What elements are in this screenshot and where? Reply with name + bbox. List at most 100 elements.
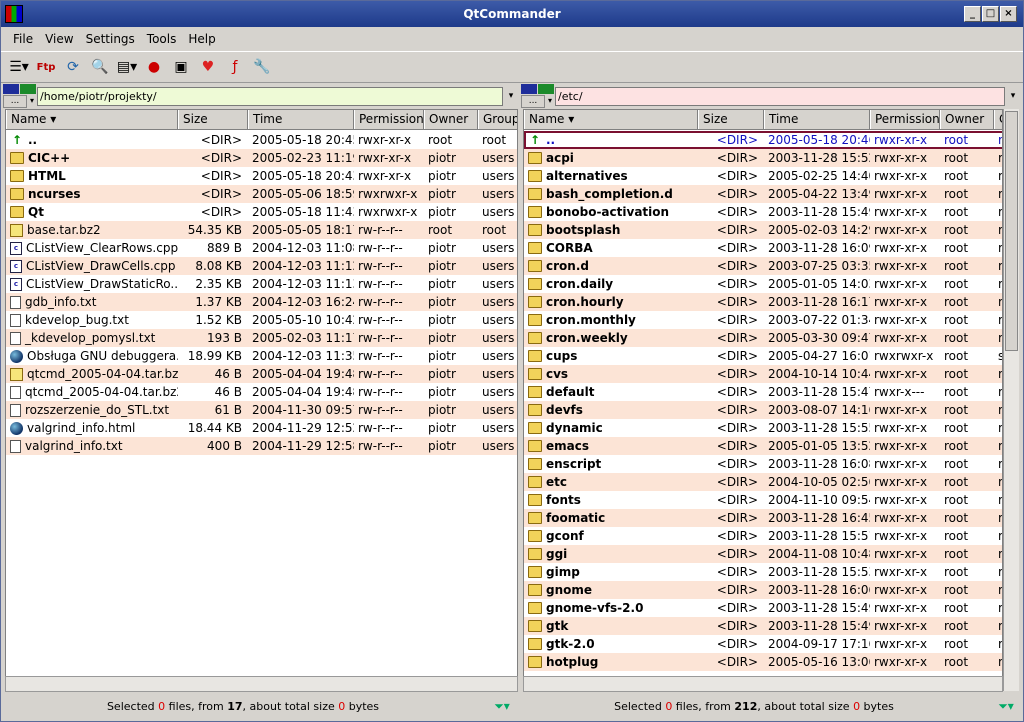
right-path-dropdown[interactable]: ▾	[1005, 87, 1021, 106]
right-history-button[interactable]: ...	[521, 95, 545, 108]
table-row[interactable]: cron.hourly <DIR> 2003-11-28 16:17 rwxr-xr-…	[524, 293, 1002, 311]
table-row[interactable]: gtk <DIR> 2003-11-28 15:49 rwxr-xr-x root r	[524, 617, 1002, 635]
left-history-button[interactable]: ...	[3, 95, 27, 108]
menu-settings[interactable]: Settings	[80, 32, 141, 46]
refresh-icon[interactable]: ⟳	[61, 55, 85, 79]
table-row[interactable]: gtk-2.0 <DIR> 2004-09-17 17:16 rwxr-xr-x roo…	[524, 635, 1002, 653]
table-row[interactable]: bonobo-activation <DIR> 2003-11-28 15:49 rw…	[524, 203, 1002, 221]
left-path-dropdown[interactable]: ▾	[503, 87, 519, 106]
table-row[interactable]: foomatic <DIR> 2003-11-28 16:45 rwxr-xr-x ro…	[524, 509, 1002, 527]
ftp-icon[interactable]: Ftp	[34, 55, 58, 79]
left-header-name[interactable]: Name ▾	[6, 110, 178, 129]
table-row[interactable]: Qt <DIR> 2005-05-18 11:43 rwxrwxr-x piotr use…	[6, 203, 517, 221]
table-row[interactable]: _kdevelop_pomysl.txt 193 B 2005-02-03 11:1…	[6, 329, 517, 347]
right-path-input[interactable]: /etc/	[555, 87, 1005, 106]
table-row[interactable]: CIC++ <DIR> 2005-02-23 11:19 rwxr-xr-x piotr…	[6, 149, 517, 167]
table-row[interactable]: c CListView_ClearRows.cpp 889 B 2004-12-03 …	[6, 239, 517, 257]
right-vscrollbar[interactable]	[1003, 109, 1019, 691]
table-row[interactable]: hotplug <DIR> 2005-05-16 13:06 rwxr-xr-x roo…	[524, 653, 1002, 671]
find-icon[interactable]: 🔍	[88, 55, 112, 79]
table-row[interactable]: kdevelop_bug.txt 1.52 KB 2005-05-10 10:42 r…	[6, 311, 517, 329]
table-row[interactable]: alternatives <DIR> 2005-02-25 14:40 rwxr-xr…	[524, 167, 1002, 185]
table-row[interactable]: cron.monthly <DIR> 2003-07-22 01:34 rwxr-xr…	[524, 311, 1002, 329]
left-tabs[interactable]	[3, 84, 37, 94]
right-filter-icon[interactable]: ⏷▾	[991, 696, 1021, 718]
table-row[interactable]: devfs <DIR> 2003-08-07 14:16 rwxr-xr-x root r	[524, 401, 1002, 419]
view-mode-icon[interactable]: ▤▾	[115, 55, 139, 79]
left-hscrollbar[interactable]	[5, 676, 518, 692]
table-row[interactable]: base.tar.bz2 54.35 KB 2005-05-05 18:17 rw-r…	[6, 221, 517, 239]
right-vscroll-thumb[interactable]	[1005, 111, 1018, 351]
right-header-time[interactable]: Time	[764, 110, 870, 129]
close-button[interactable]: ×	[1000, 6, 1017, 22]
table-row[interactable]: gnome-vfs-2.0 <DIR> 2003-11-28 15:49 rwxr-x…	[524, 599, 1002, 617]
filesystem-icon[interactable]: ƒ	[223, 55, 247, 79]
right-header-permission[interactable]: Permission	[870, 110, 940, 129]
right-header-group[interactable]: G	[994, 110, 1002, 129]
right-header-owner[interactable]: Owner	[940, 110, 994, 129]
table-row[interactable]: gconf <DIR> 2003-11-28 15:51 rwxr-xr-x root r	[524, 527, 1002, 545]
table-row[interactable]: gimp <DIR> 2003-11-28 15:53 rwxr-xr-x root r	[524, 563, 1002, 581]
right-history-dropdown[interactable]: ▾	[545, 95, 555, 108]
table-row[interactable]: cron.daily <DIR> 2005-01-05 14:03 rwxr-xr-x…	[524, 275, 1002, 293]
right-header-name[interactable]: Name ▾	[524, 110, 698, 129]
file-perm-cell: rwxr-x---	[874, 385, 925, 399]
table-row[interactable]: qtcmd_2005-04-04.tar.bz2 46 B 2005-04-04 1…	[6, 365, 517, 383]
table-row[interactable]: cron.weekly <DIR> 2005-03-30 09:47 rwxr-xr-…	[524, 329, 1002, 347]
table-row[interactable]: ↑.. <DIR> 2005-05-18 20:46 rwxr-xr-x root r	[524, 131, 1002, 149]
file-time-cell: 2004-12-03 11:13	[252, 277, 354, 291]
terminal-icon[interactable]: ▣	[169, 55, 193, 79]
table-row[interactable]: cups <DIR> 2005-04-27 16:01 rwxrwxr-x root s	[524, 347, 1002, 365]
right-file-list[interactable]: Name ▾ Size Time Permission Owner G ↑.. <…	[523, 109, 1003, 691]
table-row[interactable]: bootsplash <DIR> 2005-02-03 14:29 rwxr-xr-x…	[524, 221, 1002, 239]
table-row[interactable]: bash_completion.d <DIR> 2005-04-22 13:49 rw…	[524, 185, 1002, 203]
table-row[interactable]: ncurses <DIR> 2005-05-06 18:59 rwxrwxr-x pio…	[6, 185, 517, 203]
left-header-owner[interactable]: Owner	[424, 110, 478, 129]
maximize-button[interactable]: □	[982, 6, 999, 22]
table-row[interactable]: CORBA <DIR> 2003-11-28 16:09 rwxr-xr-x root r	[524, 239, 1002, 257]
table-row[interactable]: ↑.. <DIR> 2005-05-18 20:45 rwxr-xr-x root roo…	[6, 131, 517, 149]
menu-file[interactable]: File	[7, 32, 39, 46]
table-row[interactable]: valgrind_info.html 18.44 KB 2004-11-29 12:…	[6, 419, 517, 437]
table-row[interactable]: ggi <DIR> 2004-11-08 10:48 rwxr-xr-x root r	[524, 545, 1002, 563]
table-row[interactable]: c CListView_DrawCells.cpp 8.08 KB 2004-12-0…	[6, 257, 517, 275]
table-row[interactable]: default <DIR> 2003-11-28 15:47 rwxr-x--- roo…	[524, 383, 1002, 401]
right-hscrollbar[interactable]	[523, 676, 1003, 692]
table-row[interactable]: emacs <DIR> 2005-01-05 13:52 rwxr-xr-x root r	[524, 437, 1002, 455]
table-row[interactable]: Obsługa GNU debuggera... 18.99 KB 2004-12-…	[6, 347, 517, 365]
table-row[interactable]: cron.d <DIR> 2003-07-25 03:35 rwxr-xr-x root…	[524, 257, 1002, 275]
right-header-size[interactable]: Size	[698, 110, 764, 129]
left-header-size[interactable]: Size	[178, 110, 248, 129]
left-filter-icon[interactable]: ⏷▾	[487, 696, 517, 718]
table-row[interactable]: acpi <DIR> 2003-11-28 15:52 rwxr-xr-x root r	[524, 149, 1002, 167]
favorites-icon[interactable]: ♥	[196, 55, 220, 79]
menu-tools[interactable]: Tools	[141, 32, 183, 46]
left-header-permission[interactable]: Permission	[354, 110, 424, 129]
right-tabs[interactable]	[521, 84, 555, 94]
list-view-icon[interactable]: ☰▾	[7, 55, 31, 79]
left-path-input[interactable]: /home/piotr/projekty/	[37, 87, 503, 106]
left-header-time[interactable]: Time	[248, 110, 354, 129]
table-row[interactable]: gnome <DIR> 2003-11-28 16:06 rwxr-xr-x root r	[524, 581, 1002, 599]
file-name: cron.hourly	[546, 295, 624, 309]
menu-view[interactable]: View	[39, 32, 79, 46]
table-row[interactable]: dynamic <DIR> 2003-11-28 15:55 rwxr-xr-x roo…	[524, 419, 1002, 437]
minimize-button[interactable]: _	[964, 6, 981, 22]
table-row[interactable]: valgrind_info.txt 400 B 2004-11-29 12:58 rw…	[6, 437, 517, 455]
table-row[interactable]: c CListView_DrawStaticRo... 2.35 KB 2004-12…	[6, 275, 517, 293]
menu-help[interactable]: Help	[182, 32, 221, 46]
table-row[interactable]: fonts <DIR> 2004-11-10 09:54 rwxr-xr-x root r	[524, 491, 1002, 509]
table-row[interactable]: qtcmd_2005-04-04.tar.bz2_ 46 B 2005-04-04 …	[6, 383, 517, 401]
table-row[interactable]: cvs <DIR> 2004-10-14 10:44 rwxr-xr-x root r	[524, 365, 1002, 383]
config-icon[interactable]: 🔧	[250, 55, 274, 79]
table-row[interactable]: rozszerzenie_do_STL.txt 61 B 2004-11-30 09…	[6, 401, 517, 419]
title-bar[interactable]: QtCommander _ □ ×	[1, 1, 1023, 27]
left-file-list[interactable]: Name ▾ Size Time Permission Owner Group …	[5, 109, 518, 691]
left-header-group[interactable]: Group	[478, 110, 517, 129]
left-history-dropdown[interactable]: ▾	[27, 95, 37, 108]
table-row[interactable]: gdb_info.txt 1.37 KB 2004-12-03 16:24 rw-r-…	[6, 293, 517, 311]
table-row[interactable]: enscript <DIR> 2003-11-28 16:08 rwxr-xr-x ro…	[524, 455, 1002, 473]
table-row[interactable]: HTML <DIR> 2005-05-18 20:43 rwxr-xr-x piotr u…	[6, 167, 517, 185]
table-row[interactable]: etc <DIR> 2004-10-05 02:56 rwxr-xr-x root r	[524, 473, 1002, 491]
color-icon[interactable]: ●	[142, 55, 166, 79]
